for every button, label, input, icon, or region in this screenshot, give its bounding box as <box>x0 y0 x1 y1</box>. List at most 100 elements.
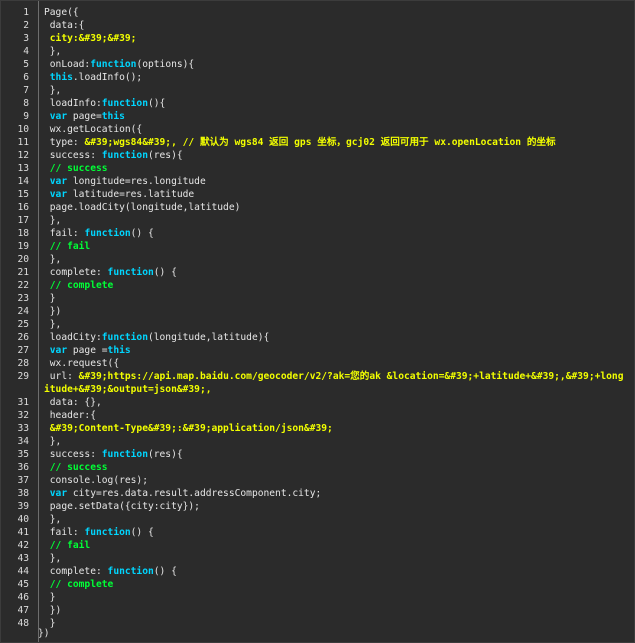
code-string: &#39;Content-Type&#39;:&#39;application/… <box>44 423 333 434</box>
code-line[interactable]: 4 }, <box>1 45 634 58</box>
code-text: this.loadInfo(); <box>44 71 626 84</box>
line-number: 14 <box>17 176 29 187</box>
line-number: 46 <box>17 592 29 603</box>
code-line[interactable]: 45 // complete <box>1 578 634 591</box>
code-line[interactable]: 2 data:{ <box>1 19 634 32</box>
code-line[interactable]: 11 type: &#39;wgs84&#39;, // 默认为 wgs84 返… <box>1 136 634 149</box>
code-token: }) <box>44 306 62 317</box>
code-area[interactable]: 1 Page({2 data:{3 city:&#39;&#39; 4 }, 5 on… <box>1 6 634 630</box>
code-keyword: var <box>49 189 68 200</box>
code-line[interactable]: 29 url: &#39;https://api.map.baidu.com/g… <box>1 370 634 396</box>
line-number: 2 <box>23 20 29 31</box>
line-number: 34 <box>17 436 29 447</box>
code-line[interactable]: 46 } <box>1 591 634 604</box>
code-line[interactable]: 22 // complete <box>1 279 634 292</box>
code-line[interactable]: 47 }) <box>1 604 634 617</box>
code-line[interactable]: 19 // fail <box>1 240 634 253</box>
code-line[interactable]: 43 }, <box>1 552 634 565</box>
code-text: success: function(res){ <box>44 448 626 461</box>
code-token: () { <box>153 566 177 577</box>
code-line[interactable]: 25 }, <box>1 318 634 331</box>
code-text: city:&#39;&#39; <box>44 32 626 45</box>
line-number: 29 <box>17 371 29 382</box>
code-line[interactable]: 35 success: function(res){ <box>1 448 634 461</box>
code-line[interactable]: 48 } <box>1 617 634 630</box>
code-text: } <box>44 617 626 630</box>
code-line[interactable]: 15 var latitude=res.latitude <box>1 188 634 201</box>
code-line[interactable]: 36 // success <box>1 461 634 474</box>
code-token: } <box>44 592 56 603</box>
code-token: }, <box>44 215 62 226</box>
code-line[interactable]: 39 page.setData({city:city}); <box>1 500 634 513</box>
line-number: 27 <box>17 345 29 356</box>
code-token: fail: <box>44 527 85 538</box>
code-line[interactable]: 28 wx.request({ <box>1 357 634 370</box>
code-text: }, <box>44 45 626 58</box>
code-line[interactable]: 31 data: {}, <box>1 396 634 409</box>
code-line[interactable]: 6 this.loadInfo(); <box>1 71 634 84</box>
code-line[interactable]: 44 complete: function() { <box>1 565 634 578</box>
code-text: }, <box>44 84 626 97</box>
code-text: }, <box>44 318 626 331</box>
code-line[interactable]: 9 var page=this <box>1 110 634 123</box>
code-line[interactable]: 12 success: function(res){ <box>1 149 634 162</box>
code-line[interactable]: 33 &#39;Content-Type&#39;:&#39;applicati… <box>1 422 634 435</box>
code-line[interactable]: 20 }, <box>1 253 634 266</box>
code-text: // success <box>44 162 626 175</box>
code-string: &#39;wgs84&#39;, <box>84 137 177 148</box>
code-token: }) <box>44 605 62 616</box>
code-token: page.setData({city:city}); <box>44 501 200 512</box>
code-line[interactable]: 38 var city=res.data.result.addressCompo… <box>1 487 634 500</box>
code-line[interactable]: 13 // success <box>1 162 634 175</box>
code-line[interactable]: 5 onLoad:function(options){ <box>1 58 634 71</box>
line-number: 45 <box>17 579 29 590</box>
code-line[interactable]: 40 }, <box>1 513 634 526</box>
code-token: () { <box>153 267 177 278</box>
code-line-closing: }) <box>38 628 50 639</box>
code-text: var longitude=res.longitude <box>44 175 626 188</box>
code-text: complete: function() { <box>44 565 626 578</box>
line-number: 42 <box>17 540 29 551</box>
code-comment: // complete <box>44 280 114 291</box>
code-token: (longitude,latitude){ <box>147 332 270 343</box>
code-token: success: <box>44 449 102 460</box>
code-line[interactable]: 10 wx.getLocation({ <box>1 123 634 136</box>
code-line[interactable]: 24 }) <box>1 305 634 318</box>
code-line[interactable]: 23 } <box>1 292 634 305</box>
code-token: longitude=res.longitude <box>67 176 206 187</box>
code-text: complete: function() { <box>44 266 626 279</box>
code-text: // fail <box>44 240 626 253</box>
code-text: }) <box>44 604 626 617</box>
code-line[interactable]: 16 page.loadCity(longitude,latitude) <box>1 201 634 214</box>
code-token: wx.getLocation({ <box>44 124 143 135</box>
code-line[interactable]: 1 Page({ <box>1 6 634 19</box>
code-keyword: var <box>49 345 68 356</box>
code-token: header:{ <box>44 410 96 421</box>
line-number: 8 <box>23 98 29 109</box>
code-line[interactable]: 32 header:{ <box>1 409 634 422</box>
code-line[interactable]: 7 }, <box>1 84 634 97</box>
line-number: 21 <box>17 267 29 278</box>
code-line[interactable]: 27 var page =this <box>1 344 634 357</box>
code-line[interactable]: 17 }, <box>1 214 634 227</box>
code-keyword: var <box>49 488 68 499</box>
code-line[interactable]: 14 var longitude=res.longitude <box>1 175 634 188</box>
code-line[interactable]: 37 console.log(res); <box>1 474 634 487</box>
code-text: }) <box>44 305 626 318</box>
code-line[interactable]: 26 loadCity:function(longitude,latitude)… <box>1 331 634 344</box>
code-text: }, <box>44 253 626 266</box>
code-keyword: var <box>49 111 68 122</box>
code-token: }, <box>44 254 62 265</box>
code-line[interactable]: 21 complete: function() { <box>1 266 634 279</box>
code-line[interactable]: 34 }, <box>1 435 634 448</box>
code-text: type: &#39;wgs84&#39;, // 默认为 wgs84 返回 g… <box>44 136 626 149</box>
code-editor[interactable]: 1 Page({2 data:{3 city:&#39;&#39; 4 }, 5 on… <box>0 0 635 643</box>
code-line[interactable]: 3 city:&#39;&#39; <box>1 32 634 45</box>
code-token: }, <box>44 553 62 564</box>
code-line[interactable]: 41 fail: function() { <box>1 526 634 539</box>
code-text: url: &#39;https://api.map.baidu.com/geoc… <box>44 370 626 396</box>
code-line[interactable]: 8 loadInfo:function(){ <box>1 97 634 110</box>
line-number: 9 <box>23 111 29 122</box>
code-line[interactable]: 42 // fail <box>1 539 634 552</box>
code-line[interactable]: 18 fail: function() { <box>1 227 634 240</box>
